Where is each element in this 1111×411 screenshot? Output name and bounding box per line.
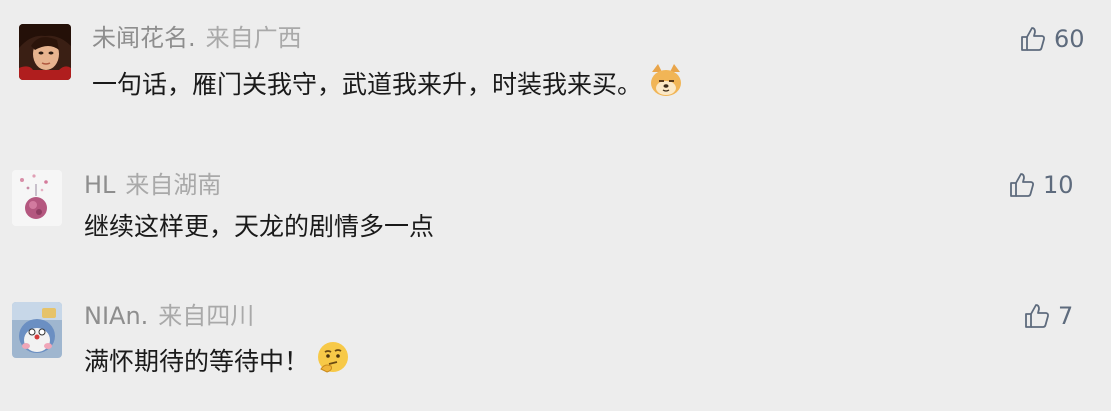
shiba-dog-emoji (648, 62, 684, 107)
avatar[interactable] (12, 170, 62, 226)
like-count: 60 (1054, 25, 1085, 53)
avatar[interactable] (12, 302, 62, 358)
like-button[interactable]: 60 (1020, 24, 1085, 54)
comment-text: 一句话，雁门关我守，武道我来升，时装我来买。 (92, 62, 684, 107)
author-location: 来自广西 (205, 24, 302, 52)
author-location: 来自四川 (158, 302, 255, 330)
author-name[interactable]: NIAn. (84, 302, 148, 330)
like-button[interactable]: 7 (1024, 301, 1073, 331)
comment-text-body: 继续这样更，天龙的剧情多一点 (84, 212, 435, 241)
comment-list: 未闻花名. 来自广西 一句话，雁门关我守，武道我来升，时装我来买。 60 HL … (0, 0, 1111, 411)
thinking-face-emoji (315, 339, 351, 384)
like-button[interactable]: 10 (1009, 170, 1074, 200)
thumbs-up-icon (1010, 173, 1034, 197)
thumbs-up-icon (1021, 27, 1045, 51)
author-location: 来自湖南 (125, 171, 222, 199)
author-name[interactable]: HL (84, 171, 115, 199)
like-count: 10 (1043, 171, 1074, 199)
comment-meta: HL 来自湖南 (84, 170, 221, 200)
comment-text: 满怀期待的等待中！ (84, 339, 351, 384)
comment-meta: NIAn. 来自四川 (84, 301, 254, 331)
thumbs-up-icon (1025, 304, 1049, 328)
comment-text: 继续这样更，天龙的剧情多一点 (84, 210, 434, 244)
comment-meta: 未闻花名. 来自广西 (92, 23, 302, 53)
comment-text-body: 满怀期待的等待中！ (84, 346, 310, 376)
avatar[interactable] (19, 24, 71, 80)
author-name[interactable]: 未闻花名. (92, 24, 196, 52)
comment-text-body: 一句话，雁门关我守，武道我来升，时装我来买。 (92, 69, 643, 99)
like-count: 7 (1058, 302, 1074, 330)
